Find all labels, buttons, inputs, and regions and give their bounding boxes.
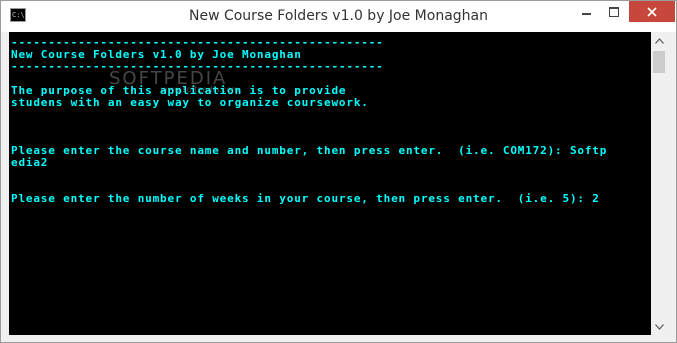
scroll-up-button[interactable] — [651, 32, 668, 49]
minimize-button[interactable] — [573, 1, 600, 22]
vertical-scrollbar[interactable] — [651, 32, 668, 335]
console-line: ----------------------------------------… — [11, 60, 384, 73]
title-bar[interactable]: C:\. New Course Folders v1.0 by Joe Mona… — [1, 1, 676, 32]
minimize-icon — [582, 12, 591, 15]
close-button[interactable] — [629, 1, 675, 22]
console-line: Please enter the number of weeks in your… — [11, 192, 600, 205]
close-icon — [647, 6, 657, 17]
console-window: C:\. New Course Folders v1.0 by Joe Mona… — [0, 0, 677, 343]
maximize-button[interactable] — [600, 1, 627, 22]
console-line: edia2 — [11, 156, 49, 169]
console-line: Please enter the course name and number,… — [11, 144, 608, 157]
console-text: ----------------------------------------… — [9, 32, 651, 205]
chevron-down-icon — [655, 323, 664, 330]
chevron-up-icon — [655, 37, 664, 44]
console-output[interactable]: ----------------------------------------… — [9, 32, 651, 335]
watermark-url: www.softpedia.com — [161, 85, 240, 94]
console-line: studens with an easy way to organize cou… — [11, 96, 369, 109]
window-frame-bottom — [1, 335, 676, 342]
window-title: New Course Folders v1.0 by Joe Monaghan — [188, 8, 488, 24]
maximize-icon — [608, 6, 619, 17]
console-icon[interactable]: C:\. — [10, 8, 26, 22]
scroll-thumb[interactable] — [653, 51, 665, 73]
window-frame-right — [668, 32, 676, 335]
scroll-down-button[interactable] — [651, 318, 668, 335]
